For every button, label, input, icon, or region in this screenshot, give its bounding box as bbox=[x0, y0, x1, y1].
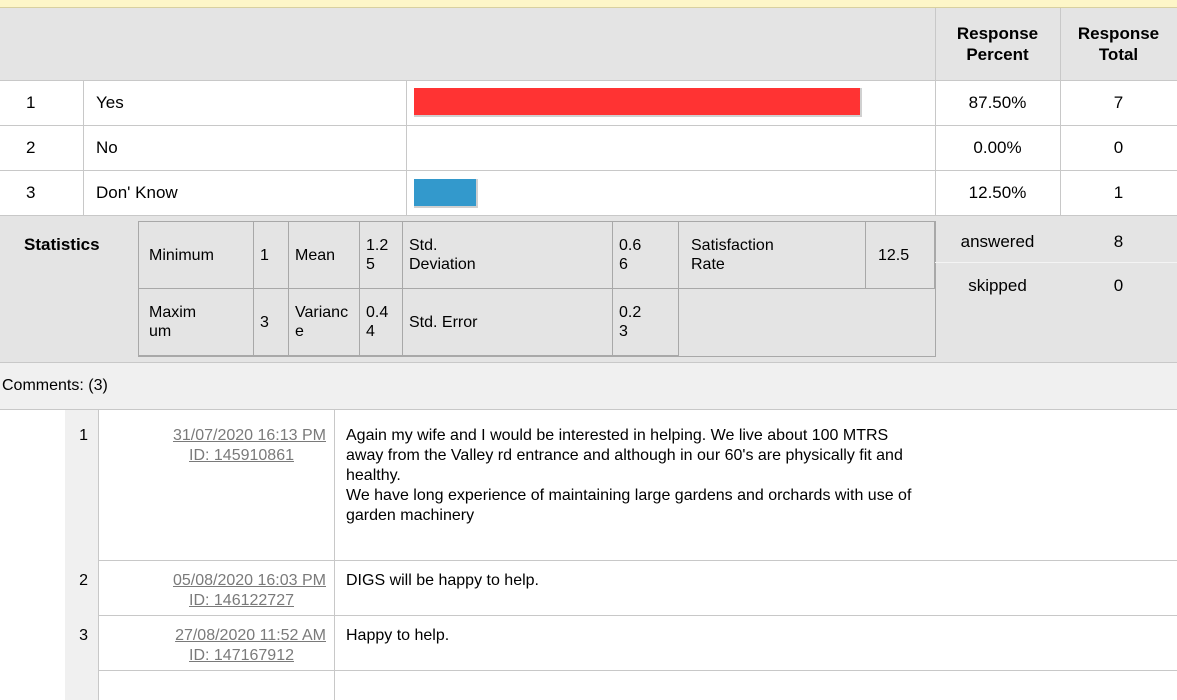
mean-value: 1.25 bbox=[359, 221, 403, 289]
comment-text: DIGS will be happy to help. bbox=[346, 572, 539, 589]
comment-date-link[interactable]: 31/07/2020 16:13 PM bbox=[100, 426, 326, 446]
response-total-header: Response Total bbox=[1077, 24, 1160, 64]
statistics-label: Statistics bbox=[24, 235, 100, 254]
response-total: 1 bbox=[1113, 182, 1124, 202]
comment-number: 2 bbox=[79, 572, 88, 589]
std-error-value: 0.23 bbox=[612, 288, 679, 356]
std-error-label: Std. Error bbox=[402, 288, 613, 356]
question-header-band bbox=[0, 0, 1177, 8]
row-number: 2 bbox=[26, 137, 36, 157]
skipped-value: 0 bbox=[1113, 276, 1124, 295]
minimum-value: 1 bbox=[253, 221, 289, 289]
answer-label: No bbox=[96, 137, 118, 157]
variance-value: 0.44 bbox=[359, 288, 403, 356]
comment-number: 3 bbox=[79, 627, 88, 644]
mean-label: Mean bbox=[288, 221, 360, 289]
answered-value: 8 bbox=[1113, 232, 1124, 251]
std-deviation-value: 0.66 bbox=[612, 221, 679, 289]
maximum-value: 3 bbox=[253, 288, 289, 356]
comment-date-link[interactable]: 27/08/2020 11:52 AM bbox=[100, 626, 326, 646]
response-percent: 12.50% bbox=[968, 182, 1027, 202]
row-number: 1 bbox=[26, 92, 36, 112]
minimum-label: Minimum bbox=[138, 221, 254, 289]
response-bar-yes bbox=[414, 88, 862, 117]
answer-label: Yes bbox=[96, 92, 124, 112]
answer-label: Don' Know bbox=[96, 182, 178, 202]
comments-heading: Comments: (3) bbox=[2, 377, 108, 394]
satisfaction-rate-label: Satisfaction Rate bbox=[678, 221, 866, 289]
response-bar-dont-know bbox=[414, 179, 478, 208]
row-number: 3 bbox=[26, 182, 36, 202]
response-percent: 87.50% bbox=[968, 92, 1027, 112]
variance-label: Variance bbox=[288, 288, 360, 356]
comment-id-link[interactable]: ID: 145910861 bbox=[100, 446, 294, 466]
satisfaction-rate-value: 12.5 bbox=[865, 221, 935, 289]
answered-label: answered bbox=[960, 232, 1035, 251]
maximum-label: Maximum bbox=[138, 288, 254, 356]
response-percent: 0.00% bbox=[973, 137, 1022, 157]
skipped-label: skipped bbox=[968, 276, 1027, 295]
comment-date-link[interactable]: 05/08/2020 16:03 PM bbox=[100, 571, 326, 591]
comment-text: Again my wife and I would be interested … bbox=[346, 427, 912, 524]
comment-id-link[interactable]: ID: 147167912 bbox=[100, 646, 294, 666]
answer-rows: 1 Yes 87.50% 7 2 No 0.00% 0 3 Don' Know … bbox=[0, 80, 1177, 215]
std-deviation-label: Std. Deviation bbox=[402, 221, 613, 289]
response-total: 7 bbox=[1113, 92, 1124, 112]
response-total: 0 bbox=[1113, 137, 1124, 157]
comment-id-link[interactable]: ID: 146122727 bbox=[100, 591, 294, 611]
comment-number: 1 bbox=[79, 427, 88, 444]
comment-text: Happy to help. bbox=[346, 627, 450, 644]
response-percent-header: Response Percent bbox=[956, 24, 1039, 64]
